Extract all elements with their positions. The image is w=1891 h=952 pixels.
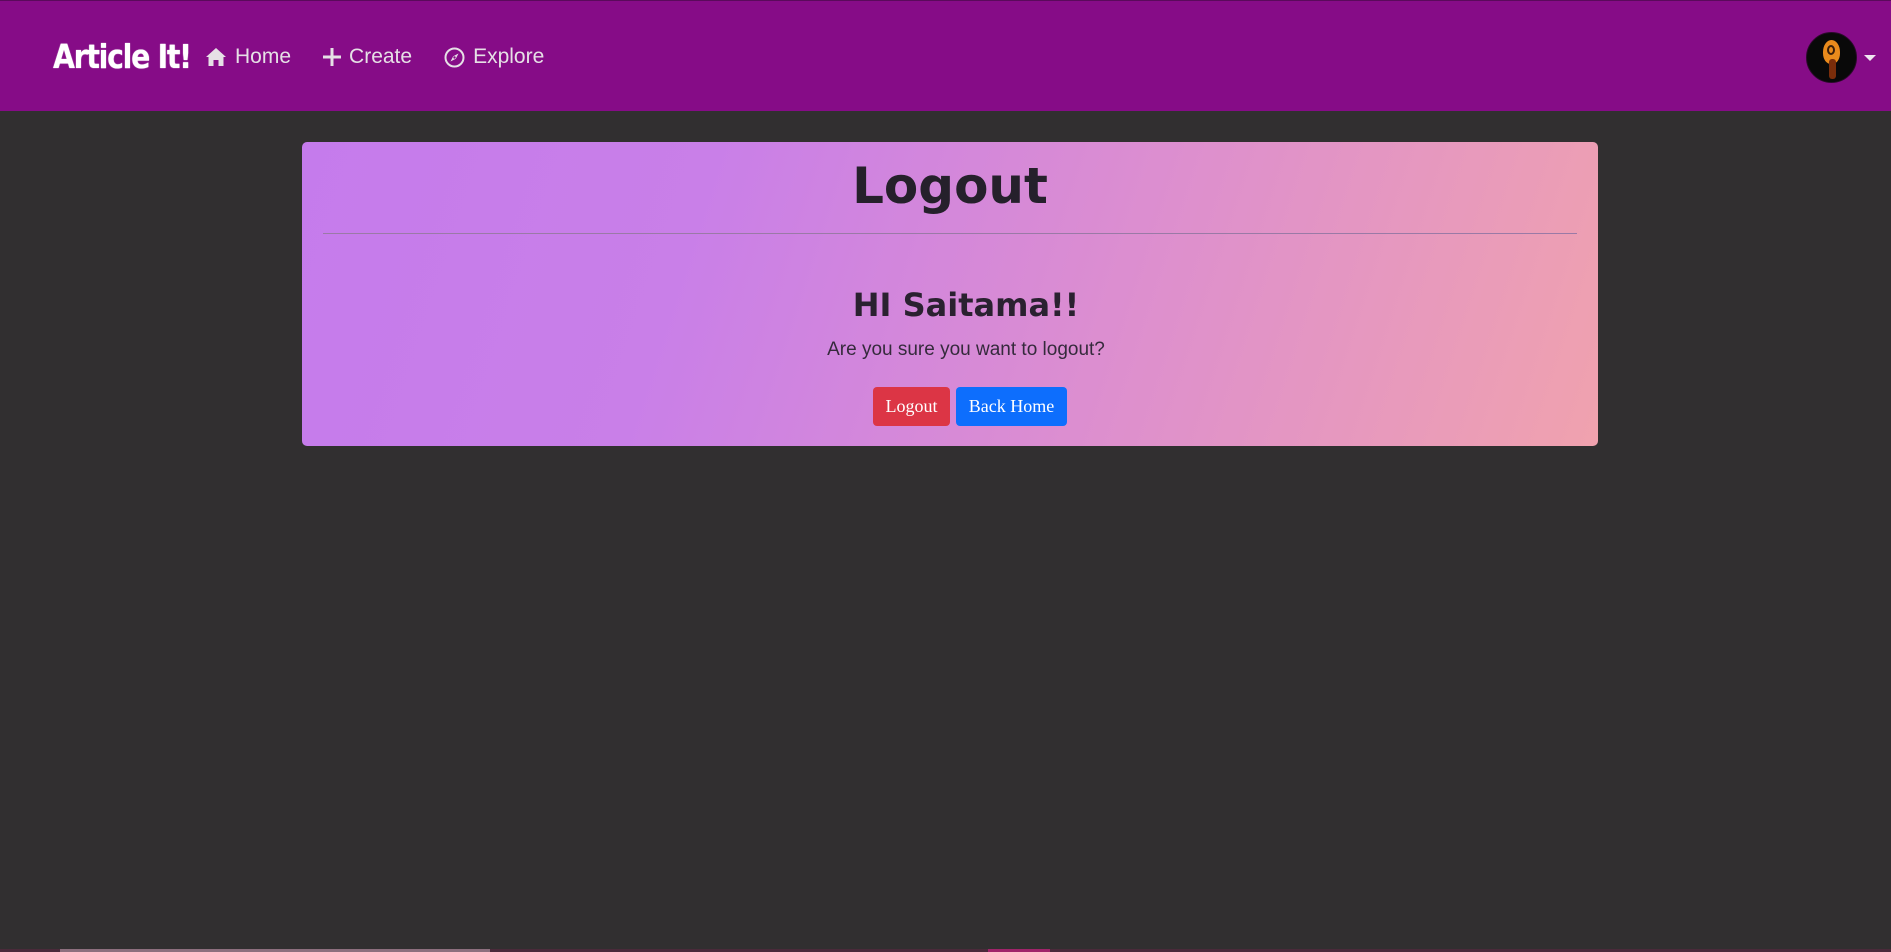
nav-link-home-label: Home: [235, 45, 292, 68]
nav-link-create-label: Create: [349, 45, 413, 68]
compass-icon: [444, 47, 465, 68]
avatar: [1806, 32, 1857, 83]
page-title: Logout: [852, 157, 1048, 215]
logout-button[interactable]: Logout: [873, 387, 950, 426]
logout-card: Logout HI Saitama!! Are you sure you wan…: [302, 142, 1598, 446]
brand-logo[interactable]: Article It!: [53, 35, 192, 79]
top-navbar: Article It! Home Create Explore: [0, 0, 1891, 111]
logout-confirmation-text: Are you sure you want to logout?: [827, 339, 1105, 360]
greeting-heading: HI Saitama!!: [852, 286, 1080, 324]
user-menu-toggle[interactable]: [1806, 32, 1876, 83]
nav-links: Home Create Explore: [205, 41, 576, 73]
back-home-button[interactable]: Back Home: [956, 387, 1067, 426]
nav-link-explore-label: Explore: [473, 45, 545, 68]
chevron-down-icon: [1864, 54, 1876, 61]
avatar-mark: [1827, 45, 1835, 55]
nav-link-create[interactable]: Create: [323, 41, 412, 73]
nav-link-home[interactable]: Home: [205, 41, 291, 73]
plus-icon: [323, 48, 342, 66]
divider: [323, 233, 1577, 234]
home-icon: [205, 47, 227, 67]
nav-link-explore[interactable]: Explore: [444, 41, 544, 73]
avatar-figure-body: [1829, 59, 1836, 79]
